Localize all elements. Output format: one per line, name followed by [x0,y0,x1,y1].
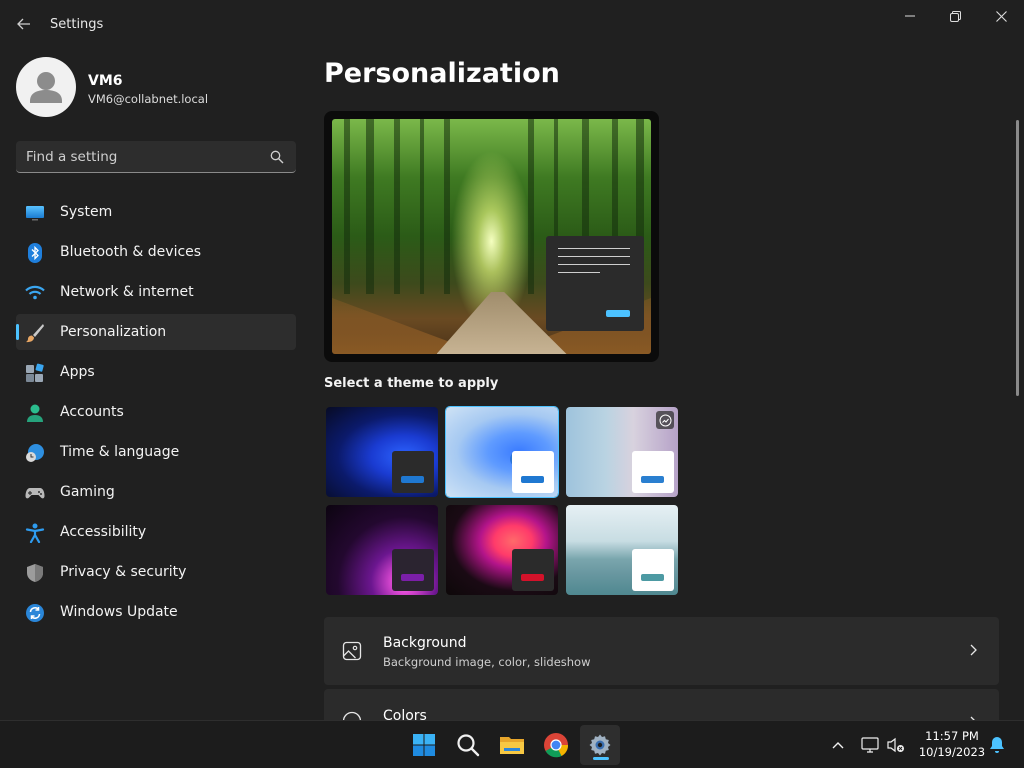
back-button[interactable] [12,12,36,36]
sidebar-item-label: Network & internet [60,284,194,300]
sidebar-item-accessibility[interactable]: Accessibility [16,514,296,550]
sidebar-item-bluetooth[interactable]: Bluetooth & devices [16,234,296,270]
spotlight-badge [656,411,674,429]
search-icon [457,734,480,757]
spotlight-icon [659,414,671,426]
network-tray-button[interactable] [858,721,882,768]
taskbar [0,720,1024,768]
update-icon [26,604,44,622]
sidebar-item-label: Accounts [60,404,124,420]
search-input[interactable] [26,141,266,172]
theme-tile-windows-dark[interactable] [326,407,438,497]
theme-mini-window [392,451,434,493]
accessibility-icon [25,523,45,543]
user-name: VM6 [88,73,123,89]
chrome-icon [544,733,569,758]
brush-icon [26,324,44,343]
theme-tile-spotlight[interactable] [566,407,678,497]
show-hidden-icons-button[interactable] [826,721,850,768]
preview-window-mockup [546,236,644,331]
close-icon [995,10,1007,22]
start-icon [413,734,435,756]
theme-mini-window [512,549,554,591]
search-icon [270,150,284,164]
sidebar-item-label: Time & language [60,444,180,460]
sidebar-item-label: Windows Update [60,604,178,620]
app-title: Settings [50,17,104,32]
clock-time: 11:57 PM [925,729,979,743]
shield-icon [27,564,43,582]
sidebar-item-personalization[interactable]: Personalization [16,314,296,350]
search-box[interactable] [16,141,296,173]
person-avatar-icon [30,72,62,103]
minimize-button[interactable] [887,0,933,32]
sidebar-item-system[interactable]: System [16,194,296,230]
image-icon [342,641,362,661]
theme-mini-window [512,451,554,493]
sidebar-item-windows-update[interactable]: Windows Update [16,594,296,630]
active-app-indicator [593,757,609,760]
bluetooth-icon [28,243,42,263]
sidebar-item-apps[interactable]: Apps [16,354,296,390]
sidebar-nav: System Bluetooth & devices Network & int… [16,194,296,634]
scrollbar[interactable] [1016,120,1019,396]
volume-tray-button[interactable] [884,721,908,768]
apps-icon [26,363,44,382]
sidebar-item-label: Privacy & security [60,564,187,580]
network-monitor-icon [861,737,879,753]
theme-tile-windows-light[interactable] [445,406,559,498]
sidebar-item-gaming[interactable]: Gaming [16,474,296,510]
setting-title: Background [383,635,467,651]
clock-date: 10/19/2023 [918,745,986,759]
sidebar-item-label: Apps [60,364,95,380]
sidebar-item-label: Accessibility [60,524,147,540]
sidebar-item-label: Personalization [60,324,167,340]
themes-section-label: Select a theme to apply [324,376,499,391]
theme-mini-window [632,451,674,493]
theme-tile-glow[interactable] [326,505,438,595]
theme-tile-flow[interactable] [566,505,678,595]
back-arrow-icon [17,18,30,30]
sidebar-item-network[interactable]: Network & internet [16,274,296,310]
close-button[interactable] [978,0,1024,32]
system-clock[interactable]: 11:57 PM 10/19/2023 [912,728,992,760]
sidebar-item-time-language[interactable]: Time & language [16,434,296,470]
theme-mini-window [632,549,674,591]
user-email: VM6@collabnet.local [88,92,209,106]
chevron-up-icon [832,742,844,749]
restore-button[interactable] [932,0,978,32]
chrome-button[interactable] [536,725,576,765]
sidebar-item-label: Bluetooth & devices [60,244,202,260]
settings-icon [589,734,611,756]
setting-subtitle: Background image, color, slideshow [383,655,591,669]
background-setting[interactable]: Background Background image, color, slid… [324,617,999,685]
restore-icon [949,10,961,22]
theme-mini-window [392,549,434,591]
theme-tile-captured-motion[interactable] [446,505,558,595]
sidebar-item-accounts[interactable]: Accounts [16,394,296,430]
minimize-icon [905,15,915,17]
title-bar: Settings [0,0,1024,48]
file-explorer-button[interactable] [492,725,532,765]
start-button[interactable] [404,725,444,765]
desktop-wallpaper-preview [332,119,651,354]
sidebar-item-privacy-security[interactable]: Privacy & security [16,554,296,590]
sidebar-item-label: System [60,204,113,220]
theme-preview [324,111,659,362]
gamepad-icon [25,488,45,499]
avatar [16,57,76,117]
chevron-right-icon [970,644,977,656]
globe-clock-icon [26,444,44,462]
page-title: Personalization [324,58,560,89]
sidebar-item-label: Gaming [60,484,115,500]
file-explorer-icon [500,737,524,754]
taskbar-search-button[interactable] [448,725,488,765]
system-icon [26,206,44,221]
person-icon [27,404,43,422]
wifi-icon [25,285,45,300]
speaker-muted-icon [887,737,904,753]
